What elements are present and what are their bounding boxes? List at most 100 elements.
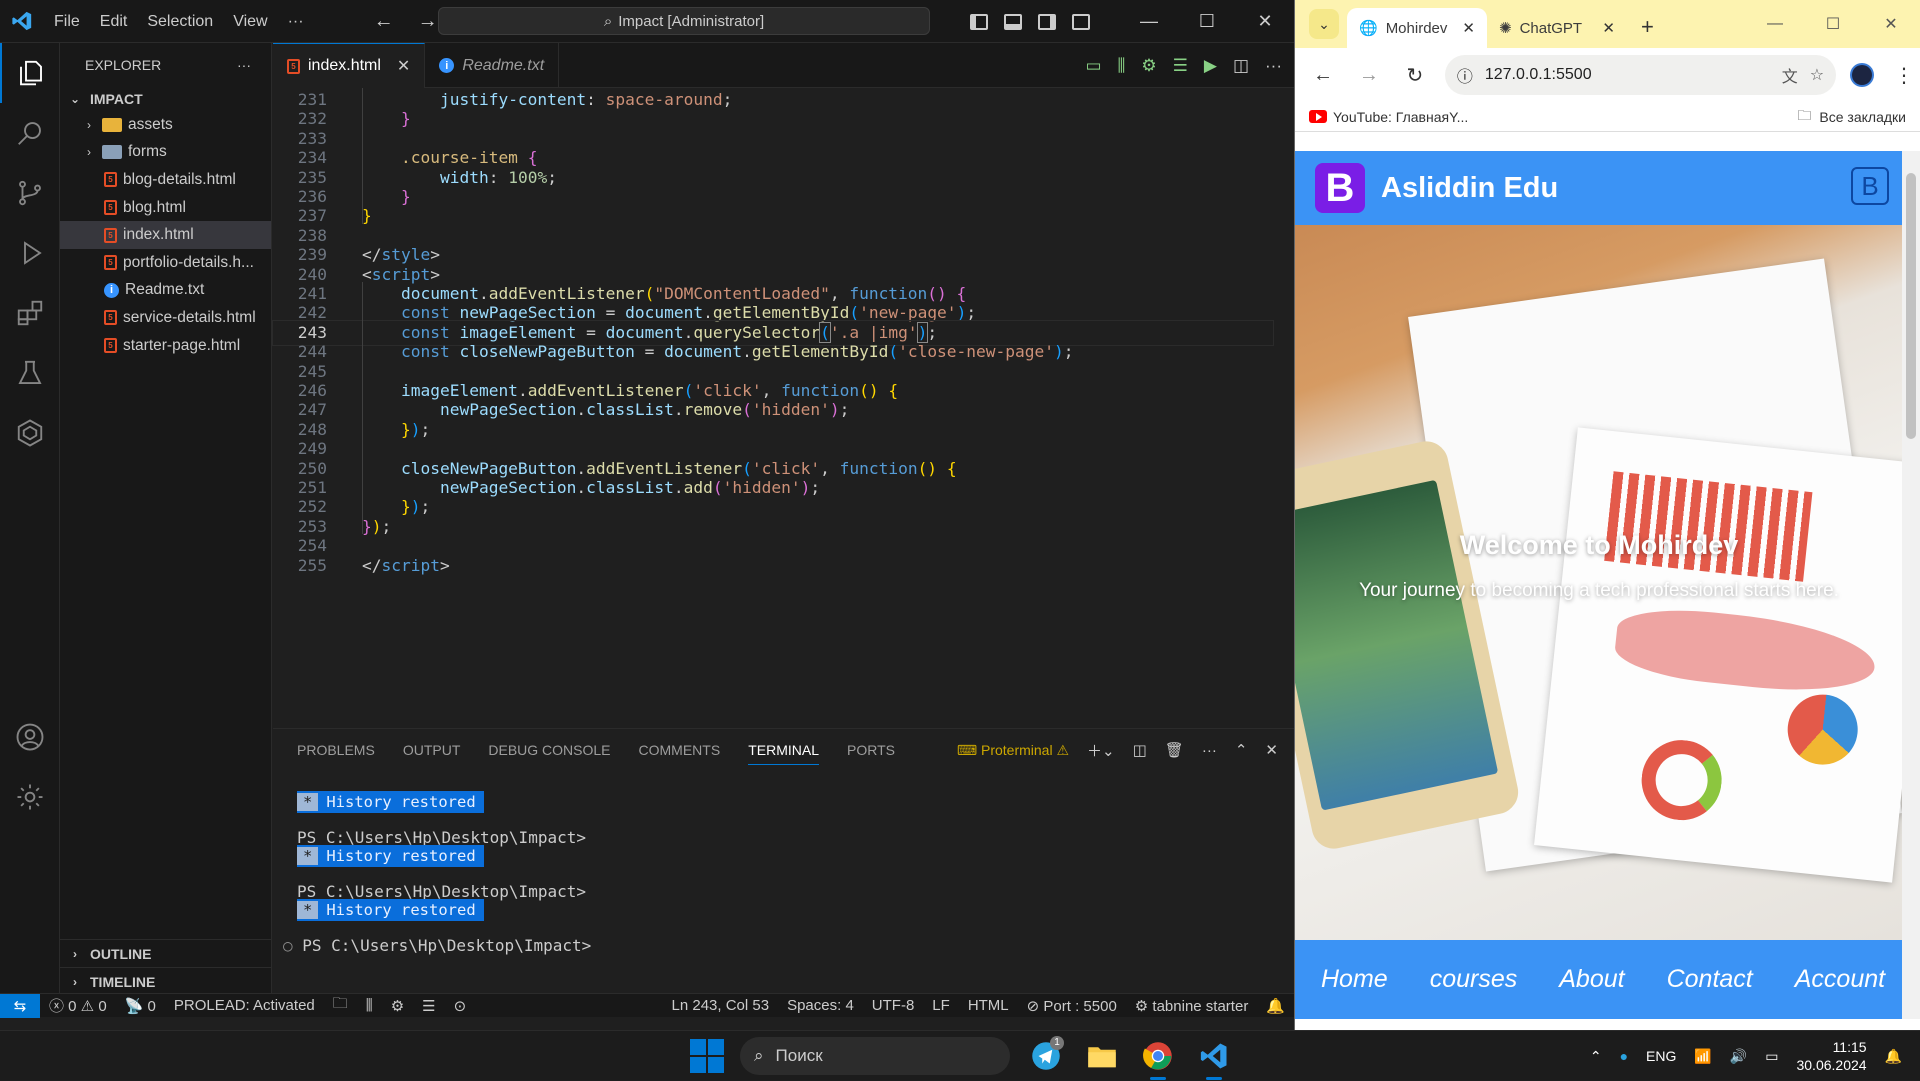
code-editor[interactable]: 231 justify-content: space-around; 232 } 2…	[272, 88, 1294, 728]
bookmark-youtube[interactable]: YouTube: ГлавнаяY...	[1333, 109, 1468, 125]
terminal-active-prompt[interactable]: ○ PS C:\Users\Hp\Desktop\Impact>	[283, 935, 591, 957]
tab-index-html[interactable]: 5 index.html ✕	[273, 43, 426, 88]
minimize-button[interactable]: —	[1746, 0, 1804, 48]
toggle-panel-icon[interactable]	[1004, 13, 1022, 30]
search-icon[interactable]	[0, 103, 60, 163]
cursor-position[interactable]: Ln 243, Col 53	[663, 997, 779, 1014]
menu-item[interactable]: File	[44, 0, 90, 43]
indentation[interactable]: Spaces: 4	[778, 997, 863, 1014]
more-actions-icon[interactable]: ···	[1202, 742, 1217, 759]
new-tab-icon[interactable]: +	[1641, 14, 1654, 40]
close-tab-icon[interactable]: ✕	[397, 56, 410, 76]
reload-icon[interactable]: ↻	[1399, 59, 1431, 91]
file-item[interactable]: 5 starter-page.html	[60, 332, 271, 360]
accounts-icon[interactable]	[0, 707, 60, 767]
menu-item[interactable]: ···	[278, 0, 314, 43]
folder-item[interactable]: › forms	[60, 139, 271, 167]
tab-search-icon[interactable]: ⌄	[1309, 9, 1339, 39]
panel-tab[interactable]: DEBUG CONSOLE	[488, 742, 610, 758]
brand-name[interactable]: Asliddin Edu	[1381, 172, 1558, 205]
new-terminal-icon[interactable]: ＋⌄	[1087, 740, 1115, 761]
split-editor-icon[interactable]: ◫	[1233, 56, 1249, 76]
nav-link[interactable]: Account	[1795, 965, 1885, 994]
library-icon[interactable]: ⫼	[357, 997, 382, 1014]
extensions-icon[interactable]	[0, 283, 60, 343]
brand-logo[interactable]: B	[1315, 163, 1365, 213]
site-info-icon[interactable]: ⓘ	[1457, 63, 1473, 87]
prolead-status[interactable]: PROLEAD: Activated	[165, 997, 324, 1014]
file-item[interactable]: 5 portfolio-details.h...	[60, 249, 271, 277]
library-icon[interactable]: ⫼	[1118, 56, 1126, 76]
remote-explorer-icon[interactable]	[0, 403, 60, 463]
close-button[interactable]: ✕	[1862, 0, 1920, 48]
eol[interactable]: LF	[923, 997, 959, 1014]
nav-link[interactable]: Home	[1321, 965, 1388, 994]
folder-icon[interactable]: 🗀	[324, 993, 357, 1018]
chevron-up-icon[interactable]: ⌃	[1590, 1048, 1602, 1065]
nav-link[interactable]: courses	[1430, 965, 1518, 994]
forward-arrow-icon[interactable]: →	[418, 10, 438, 33]
folder-item[interactable]: › assets	[60, 111, 271, 139]
explorer-icon[interactable]	[0, 43, 60, 103]
language-mode[interactable]: HTML	[959, 997, 1018, 1014]
browser-tab-chatgpt[interactable]: ✺ ChatGPT ✕	[1487, 8, 1627, 48]
language-indicator[interactable]: ENG	[1646, 1048, 1676, 1064]
nav-link[interactable]: About	[1559, 965, 1624, 994]
menu-item[interactable]: View	[223, 0, 277, 43]
command-center[interactable]: ⌕ Impact [Administrator]	[438, 7, 930, 35]
panel-tab[interactable]: COMMENTS	[639, 742, 721, 758]
bookmark-star-icon[interactable]: ☆	[1810, 65, 1824, 85]
translate-icon[interactable]: 文	[1782, 63, 1798, 87]
more-actions-icon[interactable]: ···	[1265, 56, 1282, 76]
close-tab-icon[interactable]: ✕	[1602, 19, 1615, 37]
minimize-button[interactable]: —	[1120, 0, 1178, 43]
browser-menu-icon[interactable]: ⋮	[1888, 59, 1920, 91]
maximize-button[interactable]: ☐	[1178, 0, 1236, 43]
telegram-tray-icon[interactable]: ●	[1620, 1048, 1628, 1064]
maximize-panel-icon[interactable]: ⌃	[1235, 741, 1248, 759]
toggle-secondary-sidebar-icon[interactable]	[1038, 13, 1056, 30]
windows-start-icon[interactable]	[690, 1039, 724, 1073]
tabnine-status[interactable]: ⚙ tabnine starter	[1126, 997, 1258, 1015]
trash-icon[interactable]: 🗑	[1165, 741, 1184, 759]
close-button[interactable]: ✕	[1236, 0, 1294, 43]
manage-gear-icon[interactable]	[0, 767, 60, 827]
vscode-taskbar-icon[interactable]	[1194, 1036, 1234, 1080]
forward-arrow-icon[interactable]: →	[1353, 59, 1385, 91]
menu-item[interactable]: Edit	[90, 0, 138, 43]
run-icon[interactable]: ⊙	[445, 997, 476, 1015]
back-arrow-icon[interactable]: ←	[1307, 59, 1339, 91]
toggle-primary-sidebar-icon[interactable]	[970, 13, 988, 30]
source-control-icon[interactable]	[0, 163, 60, 223]
problems-status[interactable]: ⓧ 0 ⚠ 0	[40, 995, 116, 1016]
back-arrow-icon[interactable]: ←	[374, 10, 394, 33]
remote-icon[interactable]: ⇆	[0, 993, 40, 1018]
list-icon[interactable]: ☰	[413, 997, 444, 1015]
panel-tab[interactable]: OUTPUT	[403, 742, 461, 758]
volume-icon[interactable]: 🔊	[1730, 1048, 1747, 1065]
settings-icon[interactable]: ⚙	[1141, 56, 1156, 76]
list-icon[interactable]: ☰	[1173, 56, 1188, 76]
run-icon[interactable]: ▶	[1204, 56, 1217, 76]
file-explorer-icon[interactable]	[1082, 1036, 1122, 1076]
run-debug-icon[interactable]	[0, 223, 60, 283]
split-terminal-icon[interactable]: ◫	[1133, 741, 1147, 759]
file-item[interactable]: 5 service-details.html	[60, 304, 271, 332]
page-scrollbar[interactable]	[1902, 151, 1920, 1019]
panel-tab[interactable]: PROBLEMS	[297, 742, 375, 758]
navbar-toggler-icon[interactable]: B	[1851, 167, 1889, 205]
all-bookmarks[interactable]: 🗀 Все закладки	[1797, 105, 1906, 129]
bell-icon[interactable]: 🔔	[1257, 997, 1294, 1015]
live-server-port[interactable]: ⊘ Port : 5500	[1018, 997, 1126, 1015]
wifi-icon[interactable]: 📶	[1694, 1048, 1711, 1065]
customize-layout-icon[interactable]	[1072, 13, 1090, 30]
timeline-section[interactable]: › TIMELINE	[60, 967, 272, 995]
panel-tab[interactable]: TERMINAL	[748, 742, 819, 765]
tab-readme[interactable]: i Readme.txt	[425, 43, 560, 88]
outline-section[interactable]: › OUTLINE	[60, 939, 272, 967]
maximize-button[interactable]: ☐	[1804, 0, 1862, 48]
file-item[interactable]: 5 index.html	[60, 221, 271, 249]
address-bar[interactable]: ⓘ 127.0.0.1:5500 文 ☆	[1444, 55, 1837, 95]
browser-tab-mohirdev[interactable]: 🌐 Mohirdev ✕	[1347, 8, 1487, 48]
profile-avatar[interactable]	[1850, 63, 1875, 87]
